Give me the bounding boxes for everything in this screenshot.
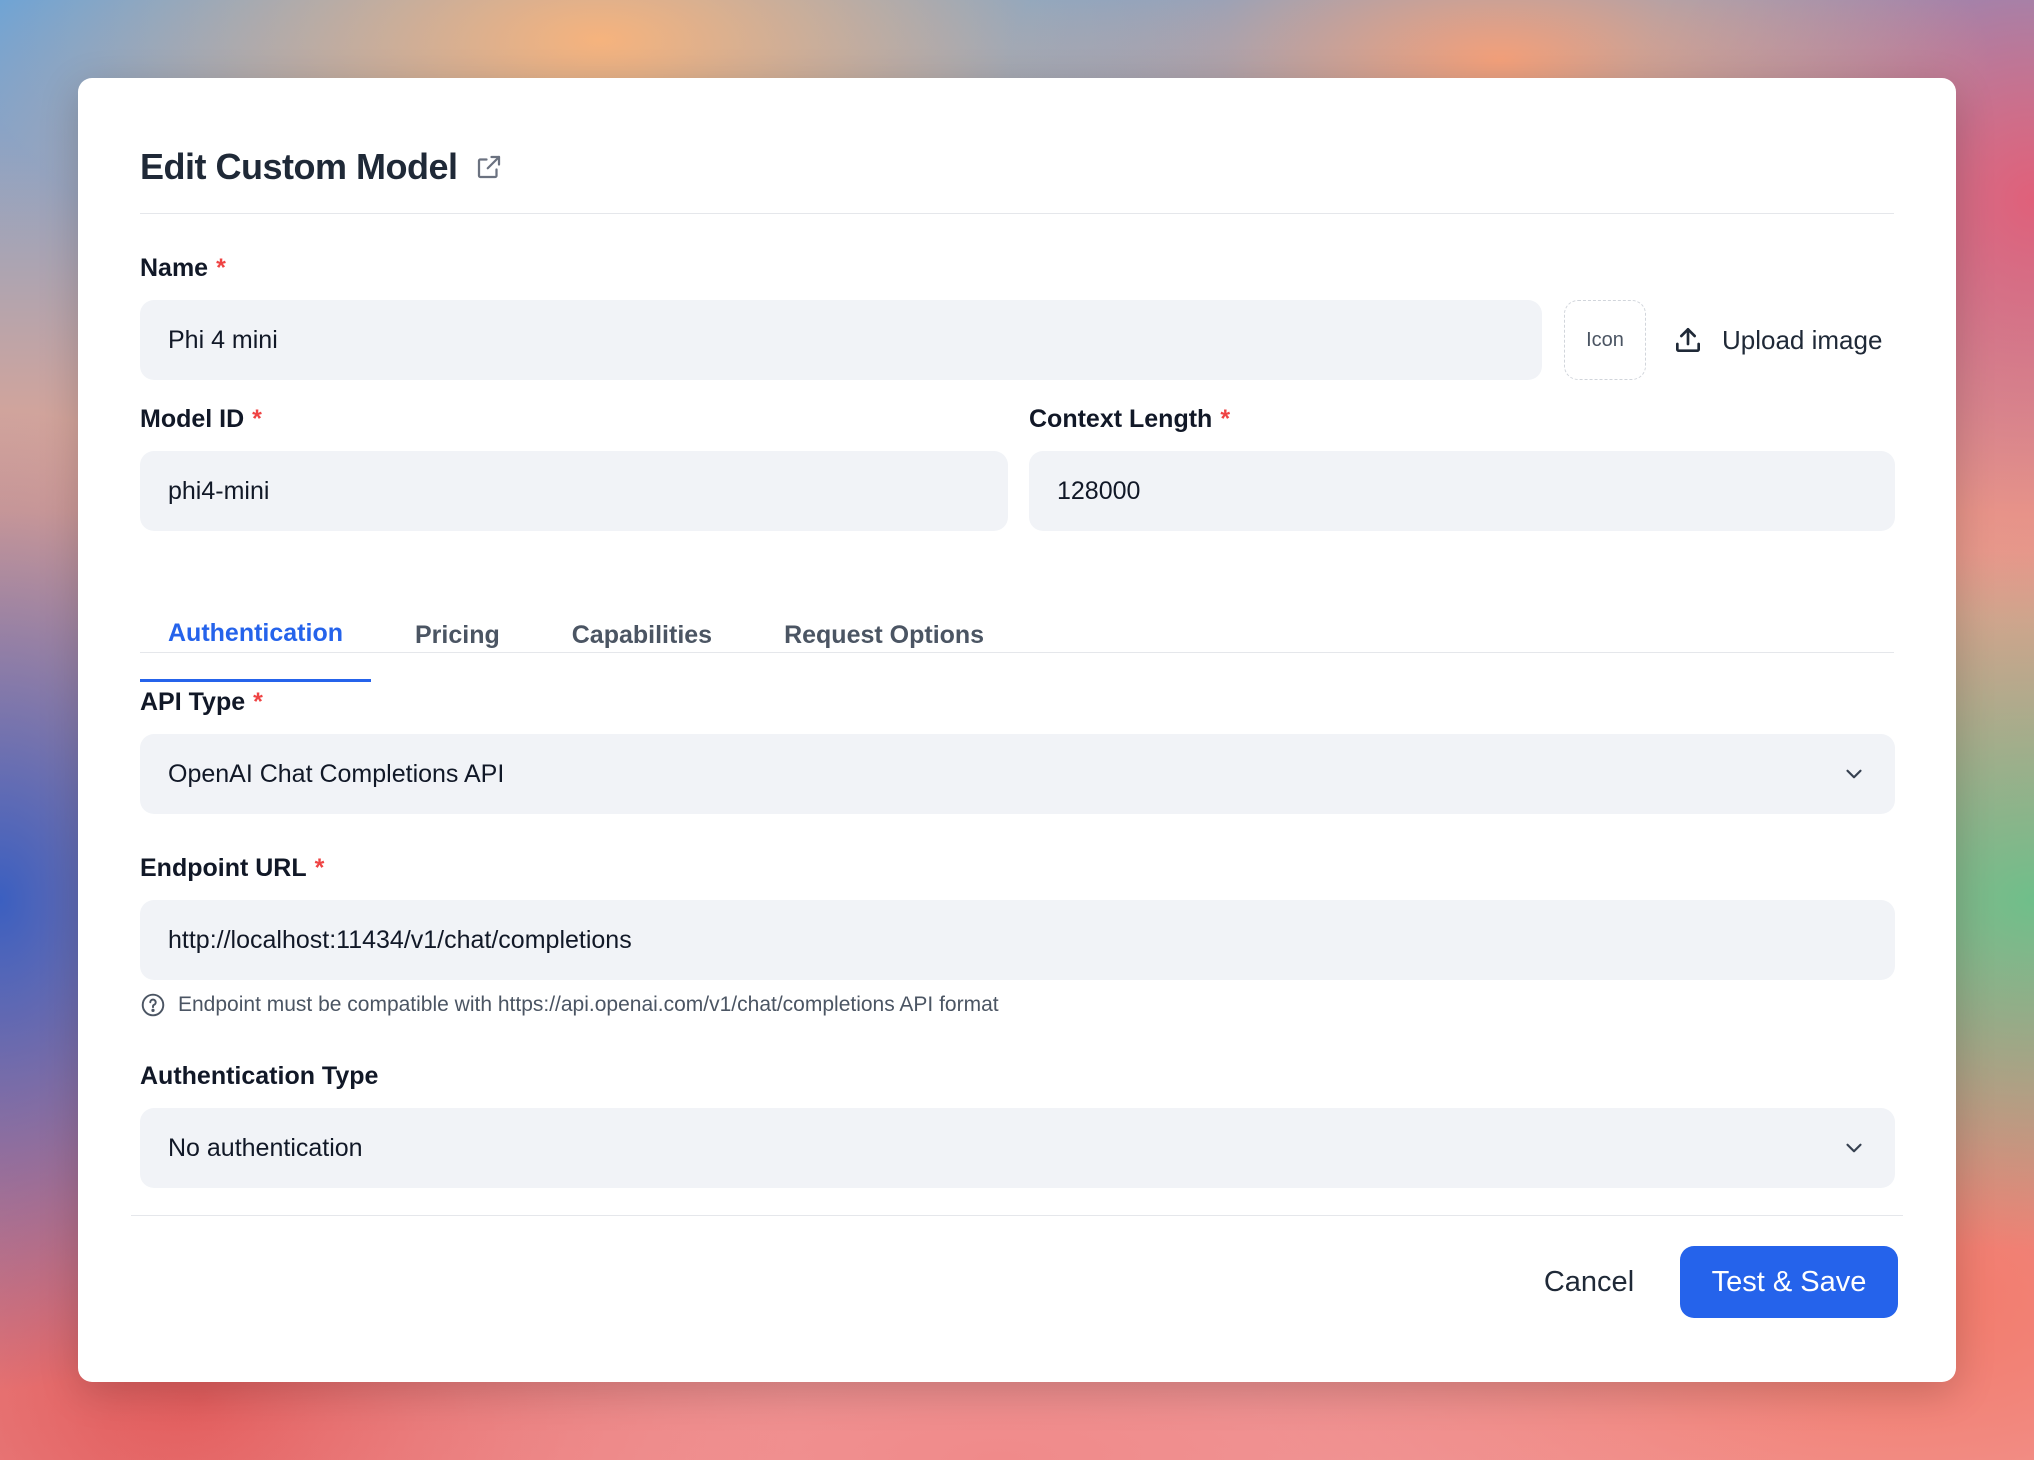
required-mark: * [253,688,263,716]
icon-preview[interactable]: Icon [1564,300,1646,380]
edit-model-dialog: Edit Custom Model Name * Phi 4 mini Icon … [78,78,1956,1382]
name-label: Name * [140,254,226,283]
auth-type-select[interactable]: No authentication [140,1108,1895,1188]
footer-divider [131,1215,1903,1216]
cancel-button[interactable]: Cancel [1526,1246,1652,1318]
tab-request-options[interactable]: Request Options [756,588,1012,682]
context-length-label-text: Context Length [1029,405,1213,433]
test-and-save-button[interactable]: Test & Save [1680,1246,1898,1318]
settings-tabs: Authentication Pricing Capabilities Requ… [140,588,1028,682]
api-type-label-text: API Type [140,688,246,716]
tab-authentication[interactable]: Authentication [140,588,371,682]
context-length-input-value: 128000 [1057,476,1141,505]
required-mark: * [252,405,262,433]
name-input-value: Phi 4 mini [168,325,278,354]
external-link-icon[interactable] [474,152,504,182]
context-length-label: Context Length * [1029,405,1230,434]
api-type-label: API Type * [140,688,263,717]
model-id-input[interactable]: phi4-mini [140,451,1008,531]
dialog-title: Edit Custom Model [140,146,458,187]
chevron-down-icon [1841,1135,1867,1161]
model-id-input-value: phi4-mini [168,476,270,505]
auth-type-selected-value: No authentication [168,1133,363,1162]
endpoint-hint: Endpoint must be compatible with https:/… [140,992,999,1018]
api-type-select[interactable]: OpenAI Chat Completions API [140,734,1895,814]
header-divider [140,213,1894,214]
context-length-input[interactable]: 128000 [1029,451,1895,531]
name-label-text: Name [140,254,209,282]
auth-type-label-text: Authentication Type [140,1062,379,1090]
name-input[interactable]: Phi 4 mini [140,300,1542,380]
upload-image-label: Upload image [1722,324,1883,355]
tab-capabilities[interactable]: Capabilities [544,588,740,682]
endpoint-url-input[interactable]: http://localhost:11434/v1/chat/completio… [140,900,1895,980]
model-id-label: Model ID * [140,405,262,434]
upload-icon [1672,324,1704,356]
required-mark: * [1220,405,1231,433]
required-mark: * [216,254,226,282]
tab-pricing[interactable]: Pricing [387,588,528,682]
help-circle-icon [140,992,166,1018]
endpoint-url-input-value: http://localhost:11434/v1/chat/completio… [168,925,632,954]
endpoint-url-label: Endpoint URL * [140,854,324,883]
chevron-down-icon [1841,761,1867,787]
model-id-label-text: Model ID [140,405,245,433]
upload-image-button[interactable]: Upload image [1672,300,1882,380]
icon-placeholder-text: Icon [1586,328,1624,351]
required-mark: * [314,854,325,882]
api-type-selected-value: OpenAI Chat Completions API [168,759,505,788]
auth-type-label: Authentication Type [140,1062,378,1091]
endpoint-hint-text: Endpoint must be compatible with https:/… [178,993,999,1016]
endpoint-url-label-text: Endpoint URL [140,854,307,882]
dialog-header: Edit Custom Model [140,146,504,188]
tabs-divider [140,652,1894,653]
